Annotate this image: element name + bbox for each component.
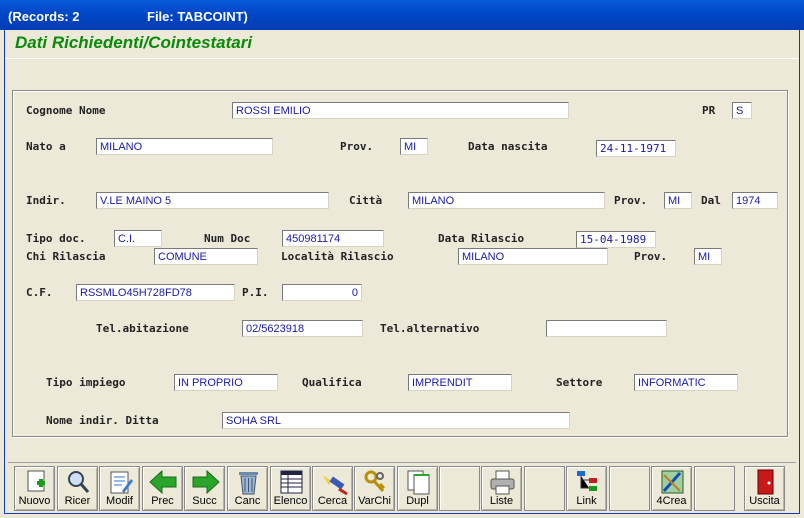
- toolbar-empty-slot: [439, 466, 480, 511]
- dal-field[interactable]: 1974: [732, 192, 778, 209]
- data-nascita-field[interactable]: 24-11-1971: [596, 140, 676, 157]
- trash-icon: [239, 472, 258, 495]
- modif-button[interactable]: Modif: [99, 466, 140, 511]
- pi-field[interactable]: 0: [282, 284, 362, 301]
- liste-button[interactable]: Liste: [481, 466, 522, 511]
- cf-field[interactable]: RSSMLO45H728FD78: [76, 284, 235, 301]
- toolbar-empty-slot: [694, 466, 735, 511]
- nato-a-field[interactable]: MILANO: [96, 138, 273, 155]
- prov-nascita-field[interactable]: MI: [400, 138, 428, 155]
- uscita-button[interactable]: Uscita: [744, 466, 785, 511]
- label-prov-rilascio: Prov.: [634, 250, 668, 263]
- tel-alternativo-field[interactable]: [546, 320, 667, 337]
- label-chi-rilascia: Chi Rilascia: [26, 250, 106, 263]
- prec-button[interactable]: Prec: [142, 466, 183, 511]
- crea4-button[interactable]: 4Crea: [651, 466, 692, 511]
- records-count: (Records: 2: [8, 9, 80, 24]
- label-nome-indir-ditta: Nome indir. Ditta: [46, 414, 159, 427]
- arrow-right-icon: [192, 469, 220, 495]
- magnifier-icon: [68, 471, 90, 493]
- chi-rilascia-field[interactable]: COMUNE: [154, 248, 258, 265]
- label-pr: PR: [702, 104, 716, 117]
- flashlight-icon: [322, 475, 348, 496]
- varchi-button[interactable]: VarChi: [354, 466, 395, 511]
- label-tipo-doc: Tipo doc.: [26, 232, 86, 245]
- label-citta: Città: [349, 194, 383, 207]
- elenco-button[interactable]: Elenco: [270, 466, 311, 511]
- canc-button[interactable]: Canc: [227, 466, 268, 511]
- new-document-icon: [27, 470, 45, 492]
- num-doc-field[interactable]: 450981174: [282, 230, 384, 247]
- citta-field[interactable]: MILANO: [408, 192, 605, 209]
- tipo-impiego-field[interactable]: IN PROPRIO: [174, 374, 278, 391]
- toolbar-empty-slot: [609, 466, 650, 511]
- succ-button[interactable]: Succ: [184, 466, 225, 511]
- label-tipo-impiego: Tipo impiego: [46, 376, 126, 389]
- printer-icon: [490, 470, 515, 495]
- tel-abitazione-field[interactable]: 02/5623918: [242, 320, 363, 337]
- label-dal: Dal: [701, 194, 721, 207]
- link-button[interactable]: Link: [566, 466, 607, 511]
- edit-document-icon: [110, 471, 133, 494]
- dupl-button[interactable]: Dupl: [397, 466, 438, 511]
- window-titlebar: (Records: 2 File: TABCOINT): [0, 0, 804, 30]
- pr-field[interactable]: S: [732, 102, 752, 119]
- keys-icon: [364, 470, 386, 493]
- label-cf: C.F.: [26, 286, 53, 299]
- tipo-doc-field[interactable]: C.I.: [114, 230, 162, 247]
- tree-link-icon: [577, 471, 597, 491]
- label-pi: P.I.: [242, 286, 269, 299]
- toolbar-empty-slot: [524, 466, 565, 511]
- localita-rilascio-field[interactable]: MILANO: [458, 248, 608, 265]
- label-prov-citta: Prov.: [614, 194, 648, 207]
- label-data-rilascio: Data Rilascio: [438, 232, 525, 245]
- nome-indir-ditta-field[interactable]: SOHA SRL: [222, 412, 570, 429]
- cognome-nome-field[interactable]: ROSSI EMILIO: [232, 102, 569, 119]
- label-tel-abitazione: Tel.abitazione: [96, 322, 189, 335]
- settore-field[interactable]: INFORMATIC: [634, 374, 738, 391]
- exit-door-icon: [757, 469, 774, 495]
- label-indir: Indir.: [26, 194, 66, 207]
- label-tel-alternativo: Tel.alternativo: [380, 322, 480, 335]
- data-rilascio-field[interactable]: 15-04-1989: [576, 231, 656, 248]
- tools-icon: [661, 470, 684, 494]
- label-qualifica: Qualifica: [302, 376, 362, 389]
- header-separator: [5, 58, 798, 86]
- ricer-button[interactable]: Ricer: [57, 466, 98, 511]
- list-table-icon: [280, 470, 303, 494]
- file-name: File: TABCOINT): [147, 9, 248, 24]
- label-data-nascita: Data nascita: [468, 140, 548, 153]
- arrow-left-icon: [149, 469, 177, 495]
- label-nato-a: Nato a: [26, 140, 66, 153]
- label-prov-nascita: Prov.: [340, 140, 374, 153]
- cerca-button[interactable]: Cerca: [312, 466, 353, 511]
- form-title: Dati Richiedenti/Cointestatari: [15, 33, 253, 52]
- label-settore: Settore: [556, 376, 603, 389]
- label-cognome-nome: Cognome Nome: [26, 104, 106, 117]
- label-num-doc: Num Doc: [204, 232, 251, 245]
- prov-rilascio-field[interactable]: MI: [694, 248, 722, 265]
- qualifica-field[interactable]: IMPRENDIT: [408, 374, 512, 391]
- indir-field[interactable]: V.LE MAINO 5: [96, 192, 329, 209]
- duplicate-icon: [407, 470, 430, 495]
- label-localita-rilascio: Località Rilascio: [281, 250, 394, 263]
- nuovo-button[interactable]: Nuovo: [14, 466, 55, 511]
- prov-citta-field[interactable]: MI: [664, 192, 692, 209]
